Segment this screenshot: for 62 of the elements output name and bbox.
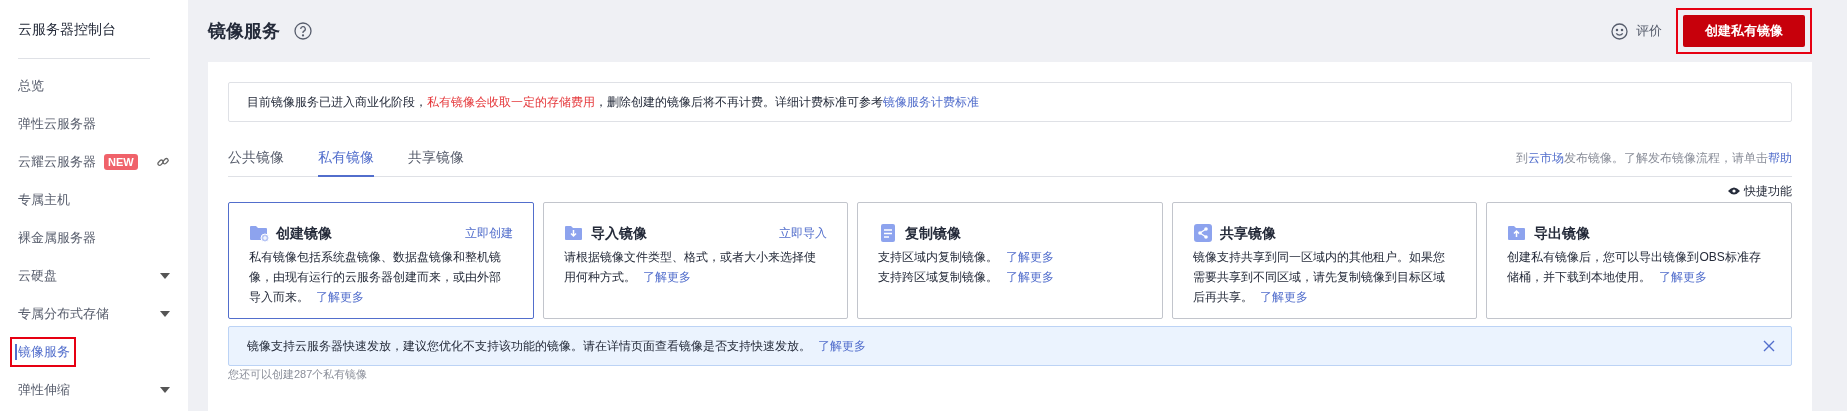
feature-card[interactable]: 创建镜像 立即创建 私有镜像包括系统盘镜像、数据盘镜像和整机镜像，由现有运行的云服务器创建而来，或由外部导入而来。 了解更多 bbox=[228, 202, 534, 319]
hint-link[interactable]: 云市场 bbox=[1528, 150, 1564, 165]
sidebar-item[interactable]: 裸金属服务器 bbox=[6, 219, 176, 257]
eye-icon bbox=[1728, 187, 1740, 195]
feature-card[interactable]: 复制镜像 支持区域内复制镜像。 了解更多 支持跨区域复制镜像。 了解更多 bbox=[857, 202, 1163, 319]
learn-more-link[interactable]: 了解更多 bbox=[642, 270, 691, 284]
sidebar-item[interactable]: 云耀云服务器 NEW bbox=[6, 143, 176, 181]
card-description: 镜像支持共享到同一区域内的其他租户。如果您需要共享到不同区域，请先复制镜像到目标区域后再共享。 了解更多 bbox=[1192, 249, 1446, 306]
tab[interactable]: 私有镜像 bbox=[318, 139, 374, 177]
notice-text: 目前镜像服务已进入商业化阶段，私有镜像会收取一定的存储费用，删除创建的镜像后将不再计费。详细计费标准可参考镜像服务计费标准 bbox=[247, 94, 979, 111]
link-icon bbox=[156, 155, 170, 169]
feature-card[interactable]: 共享镜像 镜像支持共享到同一区域内的其他租户。如果您需要共享到不同区域，请先复制镜像到目标区域后再共享。 了解更多 bbox=[1171, 202, 1478, 319]
share-icon bbox=[1192, 223, 1213, 243]
hint-link[interactable]: 帮助 bbox=[1768, 150, 1792, 165]
publish-hint: 到云市场发布镜像。了解发布镜像流程，请单击帮助 bbox=[1516, 149, 1792, 167]
shortcuts-toggle[interactable]: 快捷功能 bbox=[1728, 184, 1792, 198]
sidebar-item[interactable]: 弹性伸缩 bbox=[6, 371, 176, 409]
learn-more-link[interactable]: 了解更多 bbox=[316, 290, 365, 304]
sidebar-item[interactable]: 专属分布式存储 bbox=[6, 295, 176, 333]
tab[interactable]: 公共镜像 bbox=[228, 139, 284, 177]
pricing-link[interactable]: 镜像服务计费标准 bbox=[883, 95, 979, 109]
card-title: 共享镜像 bbox=[1219, 223, 1276, 243]
help-icon[interactable] bbox=[294, 22, 312, 40]
card-description: 私有镜像包括系统盘镜像、数据盘镜像和整机镜像，由现有运行的云服务器创建而来，或由外部导入而来。 了解更多 bbox=[249, 249, 502, 306]
learn-more-link[interactable]: 了解更多 bbox=[818, 339, 867, 353]
create-private-image-button[interactable]: 创建私有镜像 bbox=[1683, 15, 1805, 47]
feature-card[interactable]: 导入镜像 立即导入 请根据镜像文件类型、格式，或者大小来选择使用何种方式。 了解更多 bbox=[542, 202, 849, 319]
learn-more-link[interactable]: 了解更多 bbox=[1005, 250, 1054, 264]
learn-more-link[interactable]: 了解更多 bbox=[1658, 270, 1707, 284]
card-title: 导入镜像 bbox=[590, 223, 647, 243]
feature-card[interactable]: 导出镜像 创建私有镜像后，您可以导出镜像到OBS标准存储桶，并下载到本地使用。 了解更多 bbox=[1486, 202, 1792, 319]
new-badge: NEW bbox=[104, 154, 138, 170]
smiley-icon bbox=[1611, 22, 1628, 40]
card-action-link[interactable]: 立即导入 bbox=[779, 224, 828, 242]
card-title: 导出镜像 bbox=[1534, 223, 1591, 243]
card-description: 支持跨区域复制镜像。 了解更多 bbox=[878, 269, 1055, 286]
page-title: 镜像服务 bbox=[208, 19, 280, 43]
caret-icon bbox=[160, 311, 170, 317]
quota-text: 您还可以创建287个私有镜像 bbox=[228, 368, 369, 381]
folder-up-arrow-icon bbox=[1507, 223, 1528, 243]
card-action-link[interactable]: 立即创建 bbox=[464, 224, 513, 242]
folder-plus-icon bbox=[249, 223, 269, 243]
card-description: 请根据镜像文件类型、格式，或者大小来选择使用何种方式。 了解更多 bbox=[563, 249, 817, 286]
sidebar-item[interactable]: 专属主机 bbox=[6, 181, 176, 219]
sidebar-item[interactable]: 云硬盘 bbox=[6, 257, 176, 295]
learn-more-link[interactable]: 了解更多 bbox=[1005, 270, 1054, 284]
card-description: 创建私有镜像后，您可以导出镜像到OBS标准存储桶，并下载到本地使用。 了解更多 bbox=[1507, 249, 1762, 286]
feedback-button[interactable]: 评价 bbox=[1611, 21, 1662, 41]
caret-icon bbox=[160, 387, 170, 393]
sidebar-item[interactable]: 弹性云服务器 bbox=[6, 105, 176, 143]
card-title: 创建镜像 bbox=[276, 223, 332, 243]
card-description: 支持区域内复制镜像。 了解更多 bbox=[878, 249, 1055, 266]
card-title: 复制镜像 bbox=[905, 223, 962, 243]
tip-text: 镜像支持云服务器快速发放，建议您优化不支持该功能的镜像。请在详情页面查看镜像是否支持快速发放。 了解更多 bbox=[247, 338, 867, 355]
learn-more-link[interactable]: 了解更多 bbox=[1260, 290, 1309, 304]
console-title: 云服务器控制台 bbox=[18, 20, 117, 39]
tab[interactable]: 共享镜像 bbox=[408, 139, 464, 177]
folder-down-arrow-icon bbox=[563, 223, 584, 243]
caret-icon bbox=[160, 273, 170, 279]
sidebar-item[interactable]: 镜像服务 bbox=[6, 333, 80, 371]
sidebar-item[interactable]: 总览 bbox=[6, 67, 176, 105]
close-icon[interactable] bbox=[1763, 340, 1775, 352]
